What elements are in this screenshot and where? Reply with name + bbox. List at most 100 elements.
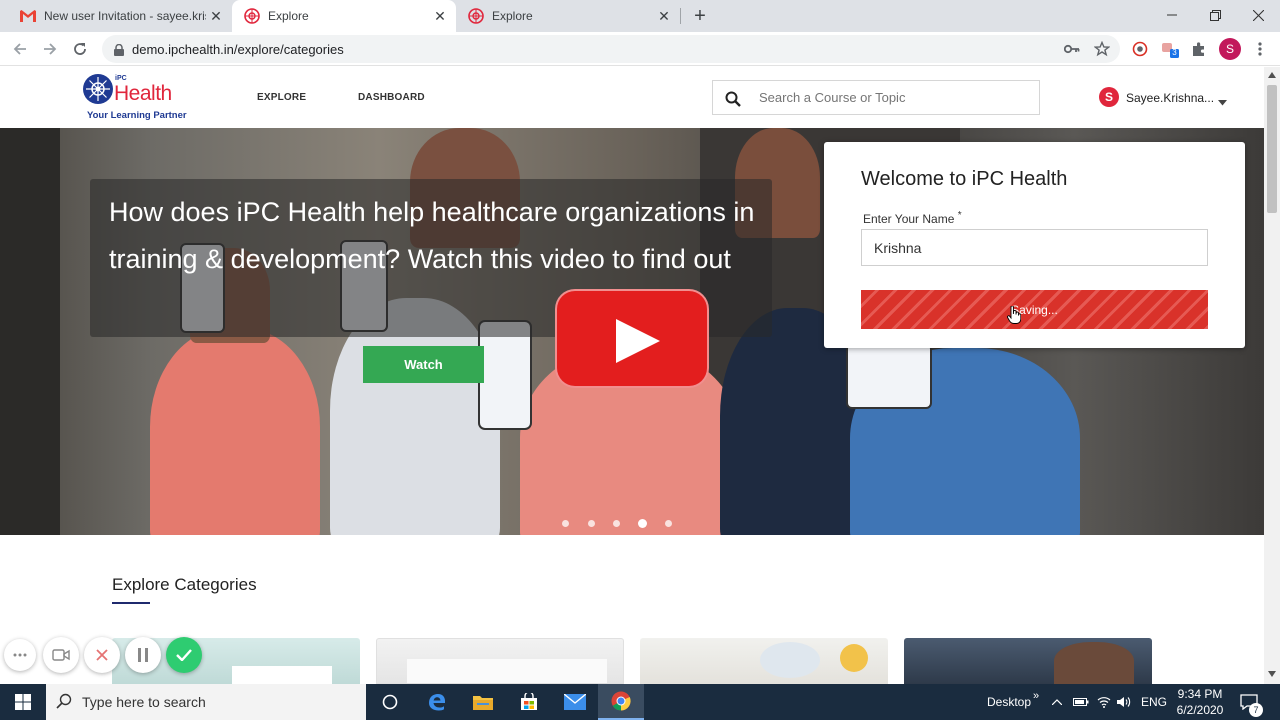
finish-recording-icon[interactable] <box>166 637 202 673</box>
minimize-icon[interactable] <box>1150 0 1194 30</box>
clock-time: 9:34 PM <box>1177 687 1223 701</box>
chevron-down-icon[interactable] <box>1218 93 1227 111</box>
scrollbar-thumb[interactable] <box>1267 85 1277 213</box>
name-label-text: Enter Your Name <box>863 212 955 226</box>
chrome-taskbar-icon[interactable] <box>598 684 644 720</box>
address-bar[interactable]: demo.ipchealth.in/explore/categories <box>102 35 1120 63</box>
site-logo[interactable]: iPC Health Your Learning Partner <box>82 73 187 125</box>
close-window-icon[interactable] <box>1236 0 1280 30</box>
taskbar-search[interactable]: Type here to search <box>46 684 366 720</box>
chevrons-icon[interactable]: » <box>1033 678 1039 714</box>
welcome-title: Welcome to iPC Health <box>861 168 1068 190</box>
logo-tagline: Your Learning Partner <box>87 110 187 121</box>
carousel-dot[interactable] <box>588 520 595 527</box>
extension-circle-icon[interactable] <box>1130 39 1150 59</box>
file-explorer-icon[interactable] <box>460 684 506 720</box>
page-scrollbar[interactable] <box>1264 67 1280 684</box>
tab-title: Explore <box>268 9 309 23</box>
windows-taskbar: Type here to search Desktop » ENG 9:34 P… <box>0 684 1280 720</box>
windows-start-icon[interactable] <box>0 684 46 720</box>
webcam-icon[interactable] <box>43 637 79 673</box>
heading-underline <box>112 602 150 604</box>
saving-button[interactable]: Saving... <box>861 290 1208 329</box>
watch-button[interactable]: Watch <box>363 346 484 383</box>
ipc-health-icon <box>468 8 484 24</box>
lock-icon <box>114 43 124 56</box>
edge-icon[interactable] <box>414 684 460 720</box>
browser-toolbar: demo.ipchealth.in/explore/categories 3 S <box>0 32 1280 66</box>
back-icon[interactable] <box>9 38 31 60</box>
hero-headline: How does iPC Health help healthcare orga… <box>109 197 755 274</box>
language-indicator[interactable]: ENG <box>1141 684 1167 720</box>
site-header: iPC Health Your Learning Partner EXPLORE… <box>0 67 1264 128</box>
category-card[interactable] <box>640 638 888 684</box>
tab-close-icon[interactable]: ✕ <box>206 8 226 25</box>
new-tab-button[interactable]: + <box>688 4 712 28</box>
hand-cursor-icon <box>1007 305 1022 329</box>
browser-tab-strip: New user Invitation - sayee.krishr ✕ Exp… <box>0 0 1280 32</box>
welcome-dialog: Welcome to iPC Health Enter Your Name * … <box>824 142 1245 348</box>
reload-icon[interactable] <box>69 38 91 60</box>
carousel-dot[interactable] <box>562 520 569 527</box>
key-icon[interactable] <box>1062 39 1082 59</box>
course-search <box>712 80 1040 115</box>
tab-separator <box>680 8 681 24</box>
nav-explore[interactable]: EXPLORE <box>257 92 306 103</box>
tab-explore-active[interactable]: Explore ✕ <box>232 0 456 32</box>
notification-count: 7 <box>1249 703 1263 717</box>
carousel-dot[interactable] <box>613 520 620 527</box>
carousel-dot[interactable] <box>665 520 672 527</box>
category-card[interactable] <box>376 638 624 684</box>
carousel-dot-active[interactable] <box>638 519 647 528</box>
tab-title: Explore <box>492 9 533 23</box>
logo-emblem-icon <box>83 74 113 104</box>
scroll-up-icon[interactable] <box>1268 72 1276 78</box>
volume-icon[interactable] <box>1117 684 1131 720</box>
nav-dashboard[interactable]: DASHBOARD <box>358 92 425 103</box>
extension-badge-icon[interactable]: 3 <box>1160 39 1180 59</box>
profile-avatar[interactable]: S <box>1219 38 1241 60</box>
category-card[interactable] <box>904 638 1152 684</box>
scroll-down-icon[interactable] <box>1268 671 1276 677</box>
gmail-icon <box>20 8 36 24</box>
logo-brand: Health <box>114 82 172 105</box>
battery-icon[interactable] <box>1073 684 1089 720</box>
pause-icon[interactable] <box>125 637 161 673</box>
clock[interactable]: 9:34 PM 6/2/2020 <box>1170 686 1230 718</box>
logo-prefix: iPC <box>115 75 127 82</box>
search-icon <box>56 693 72 712</box>
cortana-icon[interactable] <box>367 684 413 720</box>
more-options-icon[interactable] <box>4 639 36 671</box>
mail-icon[interactable] <box>552 684 598 720</box>
name-input[interactable] <box>861 229 1208 266</box>
restore-icon[interactable] <box>1193 0 1237 30</box>
bookmark-star-icon[interactable] <box>1092 39 1112 59</box>
taskbar-search-placeholder: Type here to search <box>82 694 206 710</box>
search-input[interactable] <box>759 90 1029 105</box>
user-name[interactable]: Sayee.Krishna... <box>1126 91 1214 105</box>
youtube-play-icon[interactable] <box>555 289 709 388</box>
required-mark: * <box>957 210 962 221</box>
tab-explore[interactable]: Explore ✕ <box>456 0 680 32</box>
name-label: Enter Your Name * <box>863 210 962 226</box>
url-text: demo.ipchealth.in/explore/categories <box>132 41 344 57</box>
tray-expand-icon[interactable] <box>1052 684 1062 720</box>
extensions-puzzle-icon[interactable] <box>1189 39 1209 59</box>
tab-close-icon[interactable]: ✕ <box>430 8 450 25</box>
forward-icon[interactable] <box>39 38 61 60</box>
search-icon[interactable] <box>725 91 741 112</box>
user-avatar[interactable]: S <box>1099 87 1119 107</box>
wifi-icon[interactable] <box>1097 684 1111 720</box>
extension-badge-count: 3 <box>1172 48 1177 57</box>
desktop-toolbar-label[interactable]: Desktop <box>987 684 1031 720</box>
clock-date: 6/2/2020 <box>1176 703 1224 717</box>
chrome-menu-icon[interactable] <box>1250 39 1270 59</box>
tab-title: New user Invitation - sayee.krishr <box>44 9 206 23</box>
cancel-recording-icon[interactable] <box>84 637 120 673</box>
tab-gmail[interactable]: New user Invitation - sayee.krishr ✕ <box>8 0 232 32</box>
ipc-health-icon <box>244 8 260 24</box>
notification-center-icon[interactable]: 7 <box>1240 684 1263 720</box>
store-icon[interactable] <box>506 684 552 720</box>
tab-close-icon[interactable]: ✕ <box>654 8 674 25</box>
explore-categories-heading: Explore Categories <box>112 575 257 594</box>
